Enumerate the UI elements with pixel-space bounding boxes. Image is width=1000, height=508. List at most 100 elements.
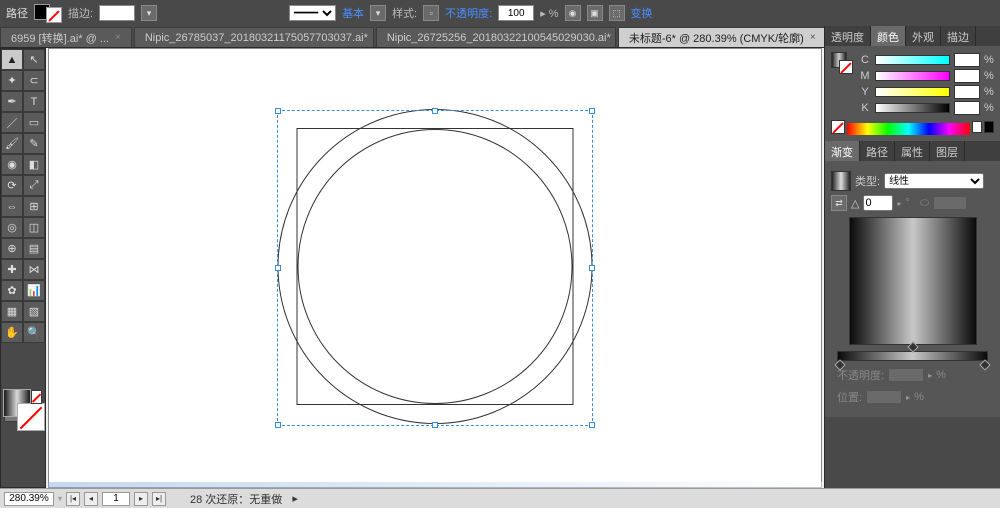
y-value[interactable] xyxy=(954,85,980,99)
page-input[interactable] xyxy=(102,492,130,506)
stroke-label: 描边: xyxy=(68,5,93,21)
fill-stroke-swatch[interactable] xyxy=(34,4,62,23)
handle-ml[interactable] xyxy=(275,265,281,271)
tool-graph[interactable]: 📊 xyxy=(23,280,45,301)
next-page[interactable]: ▸ xyxy=(134,492,148,506)
first-page[interactable]: |◂ xyxy=(66,492,80,506)
tool-rectangle[interactable]: ▭ xyxy=(23,112,45,133)
tool-mesh[interactable]: ⊕ xyxy=(1,238,23,259)
tool-direct-selection[interactable]: ↖ xyxy=(23,49,45,70)
tool-lasso[interactable]: ⊂ xyxy=(23,70,45,91)
style-label: 样式: xyxy=(392,5,417,21)
handle-mr[interactable] xyxy=(589,265,595,271)
c-value[interactable] xyxy=(954,53,980,67)
tool-pencil[interactable]: ✎ xyxy=(23,133,45,154)
gradient-type-select[interactable]: 线性 xyxy=(884,173,984,189)
handle-tr[interactable] xyxy=(589,108,595,114)
k-value[interactable] xyxy=(954,101,980,115)
opacity-input[interactable] xyxy=(498,5,534,21)
tab-layers[interactable]: 图层 xyxy=(930,141,965,161)
handle-tm[interactable] xyxy=(432,108,438,114)
tool-type[interactable]: T xyxy=(23,91,45,112)
tool-shape-builder[interactable]: ◎ xyxy=(1,217,23,238)
tool-scale[interactable]: ⤢ xyxy=(23,175,45,196)
tab-transparency[interactable]: 透明度 xyxy=(825,26,871,46)
tab-gradient[interactable]: 渐变 xyxy=(825,141,860,161)
m-value[interactable] xyxy=(954,69,980,83)
tab-pathfinder[interactable]: 路径 xyxy=(860,141,895,161)
doc-tab-2[interactable]: Nipic_26725256_20180322100545029030.ai*× xyxy=(376,27,616,47)
transform-link[interactable]: 变换 xyxy=(631,5,653,21)
fill-stroke-control[interactable] xyxy=(3,389,43,437)
tool-gradient[interactable]: ▤ xyxy=(23,238,45,259)
tool-slice[interactable]: ▧ xyxy=(23,301,45,322)
c-slider[interactable] xyxy=(875,55,950,65)
gradient-thumb[interactable] xyxy=(831,171,851,191)
opacity-label[interactable]: 不透明度: xyxy=(445,5,492,21)
path-label: 路径 xyxy=(6,5,28,21)
stop-position-input xyxy=(866,390,902,404)
style-caret[interactable]: ▾ xyxy=(370,5,386,21)
close-icon[interactable]: × xyxy=(115,32,121,43)
last-page[interactable]: ▸| xyxy=(152,492,166,506)
handle-bm[interactable] xyxy=(432,422,438,428)
canvas[interactable] xyxy=(48,48,822,488)
tool-artboard[interactable]: ▦ xyxy=(1,301,23,322)
tool-selection[interactable]: ▲ xyxy=(1,49,23,70)
doc-tab-1[interactable]: Nipic_26785037_20180321175057703037.ai*× xyxy=(134,27,374,47)
spectrum[interactable] xyxy=(847,123,970,135)
tool-line[interactable]: ／ xyxy=(1,112,23,133)
tool-brush[interactable]: 🖌 xyxy=(1,133,23,154)
brush-select[interactable]: ━━━━ xyxy=(289,5,336,21)
misc-icon[interactable]: ⬚ xyxy=(609,5,625,21)
selection-bounds xyxy=(277,110,593,426)
m-slider[interactable] xyxy=(875,71,950,81)
stroke-caret[interactable]: ▾ xyxy=(141,5,157,21)
aspect-input[interactable] xyxy=(933,196,967,210)
style-basic-link[interactable]: 基本 xyxy=(342,5,364,21)
style-swatch[interactable]: ▫ xyxy=(423,5,439,21)
tool-rotate[interactable]: ⟳ xyxy=(1,175,23,196)
tool-hand[interactable]: ✋ xyxy=(1,322,23,343)
none-color[interactable] xyxy=(831,120,845,134)
tool-magic-wand[interactable]: ✦ xyxy=(1,70,23,91)
gradient-ramp[interactable] xyxy=(837,351,988,361)
tool-eyedropper[interactable]: ✚ xyxy=(1,259,23,280)
close-icon[interactable]: × xyxy=(810,32,816,43)
doc-tab-0[interactable]: 6959 [转换].ai* @ ...× xyxy=(0,27,132,47)
tool-width[interactable]: ⇔ xyxy=(1,196,23,217)
k-slider[interactable] xyxy=(875,103,950,113)
y-slider[interactable] xyxy=(875,87,950,97)
type-label: 类型: xyxy=(855,173,880,189)
stroke-width-input[interactable] xyxy=(99,5,135,21)
stroke-swatch[interactable] xyxy=(17,403,45,431)
tool-pen[interactable]: ✒ xyxy=(1,91,23,112)
none-mode[interactable] xyxy=(31,390,42,404)
tab-color[interactable]: 颜色 xyxy=(871,26,906,46)
tool-zoom[interactable]: 🔍 xyxy=(23,322,45,343)
tool-perspective[interactable]: ◫ xyxy=(23,217,45,238)
reverse-icon[interactable]: ⇄ xyxy=(831,195,847,211)
stop-position-label: 位置: xyxy=(837,389,862,405)
tool-blob-brush[interactable]: ◉ xyxy=(1,154,23,175)
tool-symbol-sprayer[interactable]: ✿ xyxy=(1,280,23,301)
handle-br[interactable] xyxy=(589,422,595,428)
prev-page[interactable]: ◂ xyxy=(84,492,98,506)
angle-input[interactable] xyxy=(863,195,893,211)
undo-status: 28 次还原：无重做 xyxy=(190,491,282,507)
handle-bl[interactable] xyxy=(275,422,281,428)
tool-eraser[interactable]: ◧ xyxy=(23,154,45,175)
gradient-panel: 类型: 线性 ⇄ △ ▸° ⬭ 不透明度: ▸% 位置: ▸% xyxy=(825,161,1000,417)
handle-tl[interactable] xyxy=(275,108,281,114)
doc-tab-3[interactable]: 未标题-6* @ 280.39% (CMYK/轮廓)× xyxy=(618,27,827,47)
tab-stroke[interactable]: 描边 xyxy=(941,26,976,46)
align-icon[interactable]: ▣ xyxy=(587,5,603,21)
tool-blend[interactable]: ⋈ xyxy=(23,259,45,280)
color-panel-tabs: 透明度 颜色 外观 描边 xyxy=(825,26,1000,46)
tool-free-transform[interactable]: ⊞ xyxy=(23,196,45,217)
tab-appearance[interactable]: 外观 xyxy=(906,26,941,46)
tab-attrs[interactable]: 属性 xyxy=(895,141,930,161)
toolbox: ▲↖✦⊂✒T／▭🖌✎◉◧⟳⤢⇔⊞◎◫⊕▤✚⋈✿📊▦▧✋🔍 xyxy=(0,48,46,488)
zoom-input[interactable] xyxy=(4,492,54,506)
recolor-icon[interactable]: ◉ xyxy=(565,5,581,21)
